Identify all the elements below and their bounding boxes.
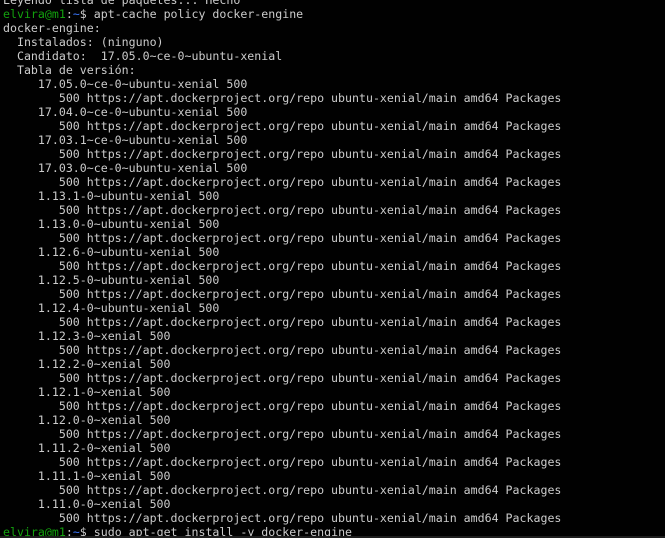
- output-line: 500 https://apt.dockerproject.org/repo u…: [3, 259, 562, 273]
- output-line: 1.11.1-0~xenial 500: [3, 469, 171, 483]
- output-line: 1.12.2-0~xenial 500: [3, 357, 171, 371]
- output-line: 1.13.1-0~ubuntu-xenial 500: [3, 189, 220, 203]
- output-line: Candidato: 17.05.0~ce-0~ubuntu-xenial: [3, 49, 283, 63]
- prompt-separator: :: [65, 7, 73, 21]
- terminal-output: Leyendo lista de paquetes... Hecho elvira…: [3, 0, 665, 538]
- output-line: 500 https://apt.dockerproject.org/repo u…: [3, 119, 562, 133]
- output-line: 500 https://apt.dockerproject.org/repo u…: [3, 287, 562, 301]
- output-line: 1.13.0-0~ubuntu-xenial 500: [3, 217, 220, 231]
- output-line: 500 https://apt.dockerproject.org/repo u…: [3, 343, 562, 357]
- prompt-user: elvira@m1: [3, 7, 66, 21]
- terminal-window[interactable]: Leyendo lista de paquetes... Hecho elvira…: [0, 0, 665, 538]
- output-line: Tabla de versión:: [3, 63, 136, 77]
- output-line: 500 https://apt.dockerproject.org/repo u…: [3, 511, 562, 525]
- command-text: apt-cache policy docker-engine: [93, 7, 304, 21]
- output-line: 1.12.5-0~ubuntu-xenial 500: [3, 273, 220, 287]
- output-line: 1.12.4-0~ubuntu-xenial 500: [3, 301, 220, 315]
- output-line: 17.05.0~ce-0~ubuntu-xenial 500: [3, 77, 248, 91]
- prompt-path: ~: [72, 7, 80, 21]
- output-line: 500 https://apt.dockerproject.org/repo u…: [3, 315, 562, 329]
- output-line: 17.03.0~ce-0~ubuntu-xenial 500: [3, 161, 248, 175]
- output-line: 17.04.0~ce-0~ubuntu-xenial 500: [3, 105, 248, 119]
- output-line: 500 https://apt.dockerproject.org/repo u…: [3, 371, 562, 385]
- output-line: Leyendo lista de paquetes... Hecho: [3, 0, 241, 7]
- output-line: 500 https://apt.dockerproject.org/repo u…: [3, 427, 562, 441]
- output-line: 1.12.1-0~xenial 500: [3, 385, 171, 399]
- output-line: 500 https://apt.dockerproject.org/repo u…: [3, 399, 562, 413]
- output-line: 500 https://apt.dockerproject.org/repo u…: [3, 203, 562, 217]
- output-line: 1.12.0-0~xenial 500: [3, 413, 171, 427]
- output-line: 500 https://apt.dockerproject.org/repo u…: [3, 175, 562, 189]
- output-line: 1.12.3-0~xenial 500: [3, 329, 171, 343]
- output-line: 500 https://apt.dockerproject.org/repo u…: [3, 455, 562, 469]
- output-line: 500 https://apt.dockerproject.org/repo u…: [3, 91, 562, 105]
- output-line: Instalados: (ninguno): [3, 35, 164, 49]
- output-line: docker-engine:: [3, 21, 101, 35]
- output-line: 500 https://apt.dockerproject.org/repo u…: [3, 231, 562, 245]
- output-line: 1.11.2-0~xenial 500: [3, 441, 171, 455]
- output-line: 500 https://apt.dockerproject.org/repo u…: [3, 483, 562, 497]
- output-line: 1.12.6-0~ubuntu-xenial 500: [3, 245, 220, 259]
- output-line: 17.03.1~ce-0~ubuntu-xenial 500: [3, 133, 248, 147]
- output-line: 500 https://apt.dockerproject.org/repo u…: [3, 147, 562, 161]
- prompt-line: elvira@m1:~$ apt-cache policy docker-eng…: [3, 7, 665, 21]
- prompt-symbol: $: [79, 7, 94, 21]
- output-line: 1.11.0-0~xenial 500: [3, 497, 171, 511]
